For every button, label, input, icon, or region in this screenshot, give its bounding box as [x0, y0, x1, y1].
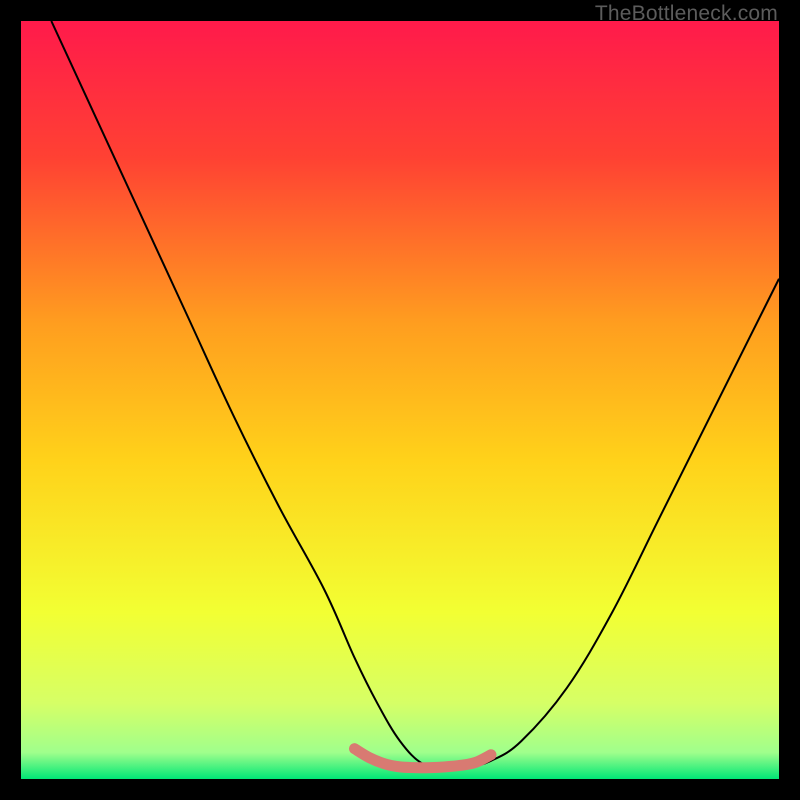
gradient-background: [21, 21, 779, 779]
chart-svg: [21, 21, 779, 779]
plot-area: [21, 21, 779, 779]
chart-frame: TheBottleneck.com: [0, 0, 800, 800]
watermark-text: TheBottleneck.com: [595, 2, 778, 26]
